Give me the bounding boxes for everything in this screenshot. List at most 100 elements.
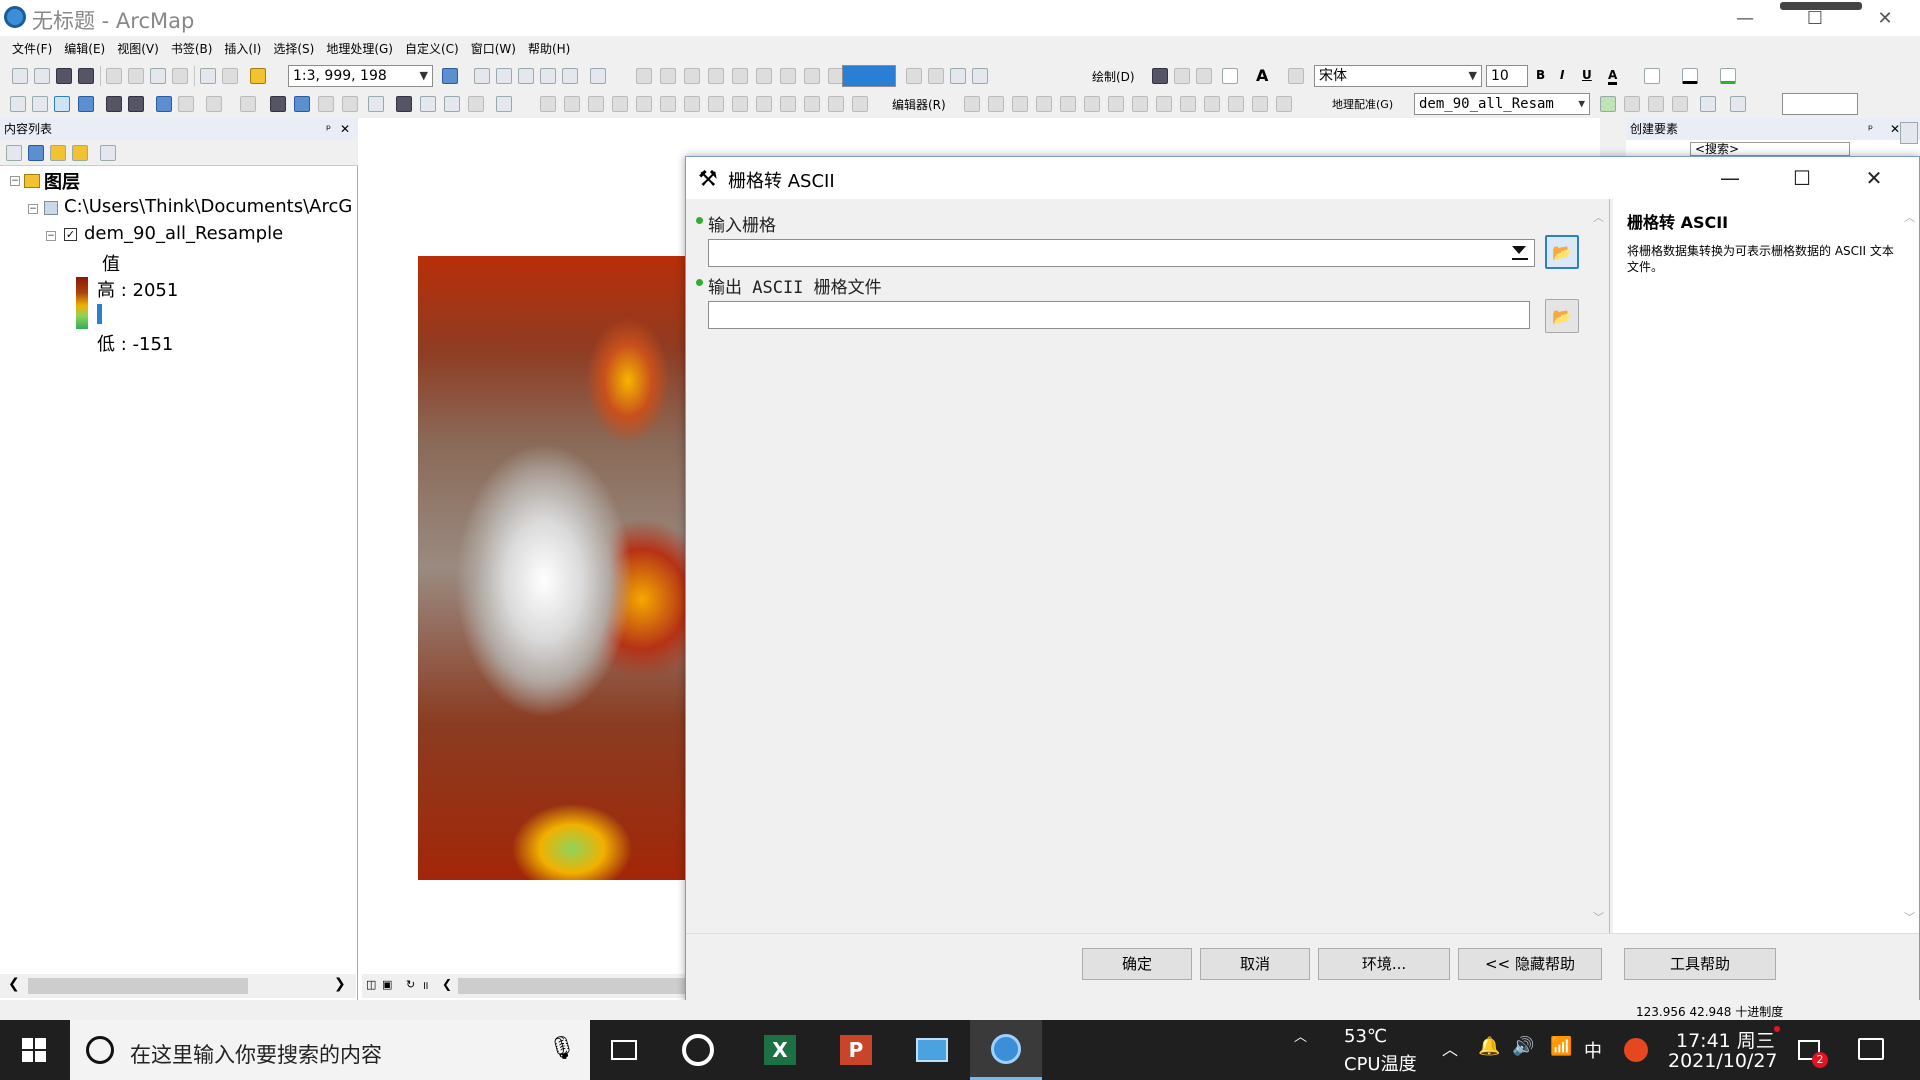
- toc-options-icon[interactable]: [100, 145, 116, 161]
- hyperlink-icon[interactable]: [318, 96, 334, 112]
- zoom-to-element-icon[interactable]: [1196, 68, 1212, 84]
- redo-icon[interactable]: [222, 68, 238, 84]
- scroll-down-icon[interactable]: ﹀: [1904, 909, 1915, 925]
- scroll-thumb[interactable]: [28, 978, 248, 994]
- edit-vertices-icon[interactable]: [1288, 68, 1304, 84]
- edit-tool-icon[interactable]: [964, 96, 980, 112]
- search-window-icon[interactable]: [518, 68, 534, 84]
- list-by-visibility-icon[interactable]: [50, 145, 66, 161]
- topology-tool-icon[interactable]: [780, 96, 796, 112]
- georef-tool-icon[interactable]: [1624, 96, 1640, 112]
- topology-tool-icon[interactable]: [684, 96, 700, 112]
- scroll-thumb[interactable]: [458, 978, 688, 994]
- scroll-left-icon[interactable]: ❮: [8, 976, 20, 992]
- menu-selection[interactable]: 选择(S): [267, 36, 320, 62]
- select-elements-icon[interactable]: [1152, 68, 1168, 84]
- delete-icon[interactable]: [172, 68, 188, 84]
- zoom-in-icon[interactable]: [10, 96, 26, 112]
- help-scrollbar[interactable]: ︿ ﹀: [1901, 209, 1917, 929]
- map-scrollbar[interactable]: ◫ ▣ ↻ ॥ ❮: [362, 974, 692, 998]
- layout-tool-icon[interactable]: [972, 68, 988, 84]
- dialog-maximize-button[interactable]: ☐: [1766, 157, 1838, 199]
- editor-menu[interactable]: 编辑器(R): [892, 96, 946, 113]
- toc-horizontal-scrollbar[interactable]: ❮ ❯: [0, 974, 356, 998]
- edit-tool-icon[interactable]: [1012, 96, 1028, 112]
- input-browse-button[interactable]: 📂: [1545, 235, 1579, 269]
- layout-tool-icon[interactable]: [950, 68, 966, 84]
- maximize-button[interactable]: ☐: [1780, 0, 1850, 36]
- refresh-icon[interactable]: ↻: [406, 978, 415, 991]
- fixed-zoom-in-icon[interactable]: [106, 96, 122, 112]
- menu-insert[interactable]: 插入(I): [218, 36, 267, 62]
- topology-tool-icon[interactable]: [756, 96, 772, 112]
- edit-tool-icon[interactable]: [1036, 96, 1052, 112]
- pan-icon[interactable]: [54, 96, 70, 112]
- taskbar-search-box[interactable]: 在这里输入你要搜索的内容 🎙: [70, 1020, 590, 1080]
- layer-visibility-checkbox[interactable]: ✓: [64, 228, 77, 241]
- topology-tool-icon[interactable]: [588, 96, 604, 112]
- environments-button[interactable]: 环境...: [1318, 948, 1450, 980]
- python-window-icon[interactable]: [562, 68, 578, 84]
- menu-customize[interactable]: 自定义(C): [399, 36, 465, 62]
- topology-tool-icon[interactable]: [732, 96, 748, 112]
- list-by-selection-icon[interactable]: [72, 145, 88, 161]
- catalog-window-icon[interactable]: [496, 68, 512, 84]
- menu-edit[interactable]: 编辑(E): [58, 36, 111, 62]
- menu-windows[interactable]: 窗口(W): [465, 36, 522, 62]
- toc-folder-path[interactable]: C:\Users\Think\Documents\ArcGIS: [64, 196, 354, 217]
- scroll-up-icon[interactable]: ︿: [1593, 209, 1604, 225]
- close-icon[interactable]: ✕: [1890, 118, 1900, 140]
- georeferencing-menu[interactable]: 地理配准(G): [1332, 96, 1393, 112]
- underline-button[interactable]: U: [1582, 68, 1592, 82]
- pin-icon[interactable]: ᵖ: [326, 118, 331, 140]
- new-text-icon[interactable]: A: [1256, 66, 1268, 85]
- scroll-up-icon[interactable]: ︿: [1904, 209, 1915, 225]
- pin-icon[interactable]: ᵖ: [1868, 118, 1873, 140]
- cancel-button[interactable]: 取消: [1200, 948, 1310, 980]
- ime-indicator[interactable]: 中: [1584, 1037, 1602, 1063]
- rotation-angle-field[interactable]: [1782, 93, 1858, 115]
- paste-icon[interactable]: [150, 68, 166, 84]
- notifications-icon[interactable]: [1858, 1038, 1884, 1060]
- tray-overflow-icon[interactable]: ︿: [1294, 1026, 1307, 1045]
- rectangle-icon[interactable]: [1222, 68, 1238, 84]
- ok-button[interactable]: 确定: [1082, 948, 1192, 980]
- clear-selection-icon[interactable]: [240, 96, 256, 112]
- notification-bell-icon[interactable]: 🔔: [1478, 1036, 1500, 1057]
- edit-tool-icon[interactable]: [1060, 96, 1076, 112]
- toc-layer-name[interactable]: dem_90_all_Resample: [84, 223, 283, 244]
- minimize-button[interactable]: —: [1710, 0, 1780, 36]
- fixed-zoom-out-icon[interactable]: [128, 96, 144, 112]
- control-panel-icon[interactable]: [896, 1020, 968, 1080]
- topology-tool-icon[interactable]: [564, 96, 580, 112]
- add-control-points-icon[interactable]: [1600, 96, 1616, 112]
- topology-tool-icon[interactable]: [540, 96, 556, 112]
- topology-tool-icon[interactable]: [636, 96, 652, 112]
- edit-tool-icon[interactable]: [1204, 96, 1220, 112]
- input-raster-field[interactable]: [708, 239, 1535, 267]
- zoom-percent-combo[interactable]: ▼: [842, 65, 896, 87]
- topology-tool-icon[interactable]: [828, 96, 844, 112]
- menu-file[interactable]: 文件(F): [6, 36, 58, 62]
- sogou-ime-icon[interactable]: [1624, 1038, 1648, 1062]
- zoom-out-icon[interactable]: [32, 96, 48, 112]
- dropdown-arrow-icon[interactable]: [1512, 246, 1526, 254]
- edit-tool-icon[interactable]: [1228, 96, 1244, 112]
- bold-button[interactable]: B: [1536, 68, 1545, 82]
- output-browse-button[interactable]: 📂: [1545, 299, 1579, 333]
- dialog-close-button[interactable]: ✕: [1838, 157, 1910, 199]
- time-slider-icon[interactable]: [468, 96, 484, 112]
- pause-icon[interactable]: ॥: [422, 978, 429, 993]
- edit-tool-icon[interactable]: [1132, 96, 1148, 112]
- measure-icon[interactable]: [368, 96, 384, 112]
- open-icon[interactable]: [34, 68, 50, 84]
- menu-bookmarks[interactable]: 书签(B): [165, 36, 219, 62]
- tool-help-button[interactable]: 工具帮助: [1624, 948, 1776, 980]
- tool-gray-icon[interactable]: [636, 68, 652, 84]
- create-features-search[interactable]: <搜索>: [1690, 142, 1850, 156]
- copy-icon[interactable]: [128, 68, 144, 84]
- clock-time[interactable]: 17:41 周三: [1676, 1026, 1775, 1053]
- identify-icon[interactable]: [294, 96, 310, 112]
- excel-icon[interactable]: X: [744, 1020, 816, 1080]
- font-color-button[interactable]: A: [1608, 68, 1618, 85]
